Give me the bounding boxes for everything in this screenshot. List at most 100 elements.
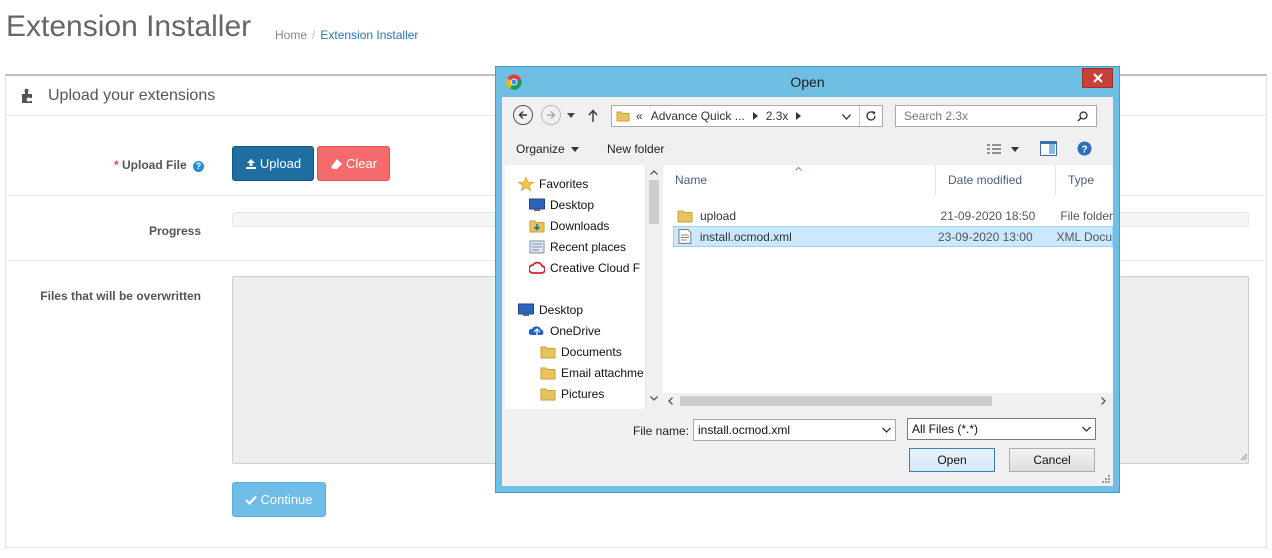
file-name-input[interactable]: install.ocmod.xml (693, 419, 896, 441)
page-title: Extension Installer (6, 10, 252, 43)
breadcrumb-separator: / (312, 28, 316, 42)
view-options-button[interactable] (986, 143, 1019, 155)
refresh-button[interactable] (859, 106, 882, 126)
new-folder-button[interactable]: New folder (607, 142, 664, 156)
continue-button[interactable]: Continue (232, 482, 326, 517)
folder-icon (540, 346, 556, 359)
forward-button[interactable] (541, 105, 561, 125)
file-scroll-thumb[interactable] (680, 396, 992, 406)
address-segment-1[interactable]: Advance Quick ... (651, 109, 745, 123)
file-row-install-ocmod[interactable]: install.ocmod.xml 23-09-2020 13:00 XML D… (673, 226, 1113, 247)
open-file-dialog: Open « Advance Quick ... 2.3x Search 2.3… (495, 66, 1120, 493)
breadcrumb-home[interactable]: Home (275, 28, 307, 42)
dialog-body: « Advance Quick ... 2.3x Search 2.3x Org… (502, 97, 1113, 486)
search-icon (1077, 111, 1088, 122)
nav-item-onedrive[interactable]: OneDrive (529, 321, 601, 341)
organize-menu[interactable]: Organize (516, 142, 579, 156)
file-type: File folder (1060, 208, 1113, 223)
desktop-icon (529, 198, 545, 211)
nav-item-favorites[interactable]: Favorites (518, 174, 588, 194)
folder-icon (540, 367, 556, 380)
nav-item-creative-cloud[interactable]: Creative Cloud F (529, 258, 640, 278)
address-dropdown-icon[interactable] (842, 114, 851, 120)
cancel-button[interactable]: Cancel (1009, 448, 1095, 472)
downloads-folder-icon (529, 220, 545, 233)
scroll-down-icon[interactable] (650, 396, 658, 401)
file-date: 23-09-2020 13:00 (937, 229, 1033, 244)
help-icon[interactable]: ? (1077, 141, 1092, 156)
dialog-title: Open (790, 74, 825, 90)
nav-scrollbar[interactable] (645, 165, 661, 409)
required-mark: * (113, 158, 119, 172)
column-header-date[interactable]: Date modified (936, 165, 1056, 195)
breadcrumb: Home / Extension Installer (275, 28, 418, 42)
search-placeholder: Search 2.3x (904, 109, 969, 123)
check-icon (245, 495, 258, 505)
upload-button-label: Upload (259, 156, 302, 171)
scroll-up-icon[interactable] (650, 170, 658, 175)
file-type-value: All Files (*.*) (912, 422, 979, 436)
svg-text:?: ? (1081, 145, 1087, 156)
upload-file-label: * Upload File ? (86, 158, 204, 172)
nav-item-label: Pictures (561, 387, 605, 401)
eraser-icon (330, 158, 342, 169)
file-date: 21-09-2020 18:50 (940, 208, 1036, 223)
file-list-scrollbar[interactable] (663, 393, 1113, 409)
file-type-select[interactable]: All Files (*.*) (907, 418, 1096, 440)
resize-grip-icon[interactable] (1240, 453, 1248, 461)
organize-label: Organize (516, 142, 565, 156)
navigation-pane: Favorites Desktop Downloads Recent place… (505, 165, 661, 409)
upload-icon (245, 158, 256, 169)
resize-grip-icon[interactable] (1101, 474, 1111, 484)
breadcrumb-current[interactable]: Extension Installer (320, 28, 418, 42)
address-bar[interactable]: « Advance Quick ... 2.3x (611, 105, 883, 127)
arrow-left-icon (518, 111, 527, 119)
address-segment-2[interactable]: 2.3x (766, 109, 789, 123)
panel-heading-text: Upload your extensions (48, 86, 216, 104)
preview-pane-icon[interactable] (1040, 141, 1057, 156)
upload-button[interactable]: Upload (232, 146, 314, 181)
nav-item-label: Recent places (550, 240, 627, 254)
continue-button-label: Continue (260, 492, 313, 507)
file-row-upload[interactable]: upload 21-09-2020 18:50 File folder (673, 205, 1113, 226)
chevron-down-icon (1011, 146, 1019, 152)
nav-item-desktop[interactable]: Desktop (529, 195, 594, 215)
open-button[interactable]: Open (909, 448, 995, 472)
folder-icon (616, 111, 630, 122)
upload-file-label-text: Upload File (121, 158, 187, 172)
nav-item-recent-places[interactable]: Recent places (529, 237, 626, 257)
folder-icon (540, 388, 556, 401)
sort-ascending-icon (795, 167, 802, 171)
search-input[interactable]: Search 2.3x (895, 105, 1097, 127)
chevron-down-icon (570, 146, 579, 152)
nav-item-documents[interactable]: Documents (540, 342, 622, 362)
question-circle-icon[interactable]: ? (193, 161, 204, 172)
star-icon (518, 177, 534, 191)
clear-button[interactable]: Clear (317, 146, 390, 181)
column-name-label: Name (675, 173, 708, 187)
up-arrow-icon[interactable] (588, 109, 598, 122)
close-icon (1092, 73, 1103, 83)
nav-item-label: Documents (561, 345, 622, 359)
dialog-toolbar: Organize New folder ? (502, 133, 1113, 165)
column-header-type[interactable]: Type (1056, 165, 1113, 195)
nav-item-pictures[interactable]: Pictures (540, 384, 604, 404)
column-header-name[interactable]: Name (663, 165, 936, 195)
nav-item-email-attachments[interactable]: Email attachme (540, 363, 644, 383)
scroll-left-icon[interactable] (668, 397, 673, 405)
folder-icon (677, 210, 693, 222)
nav-scroll-thumb[interactable] (649, 180, 659, 224)
nav-item-desktop-root[interactable]: Desktop (518, 300, 583, 320)
chevron-down-icon[interactable] (882, 424, 891, 436)
nav-item-label: OneDrive (550, 324, 601, 338)
close-button[interactable] (1082, 68, 1113, 88)
back-button[interactable] (513, 105, 533, 125)
address-row: « Advance Quick ... 2.3x Search 2.3x (502, 97, 1113, 133)
progress-label: Progress (148, 224, 201, 238)
nav-favorites-label: Favorites (539, 177, 589, 191)
nav-item-label: Desktop (539, 303, 584, 317)
nav-item-downloads[interactable]: Downloads (529, 216, 609, 236)
file-name-value: install.ocmod.xml (698, 423, 791, 437)
recent-locations-chevron-icon[interactable] (567, 113, 575, 119)
scroll-right-icon[interactable] (1101, 397, 1106, 405)
